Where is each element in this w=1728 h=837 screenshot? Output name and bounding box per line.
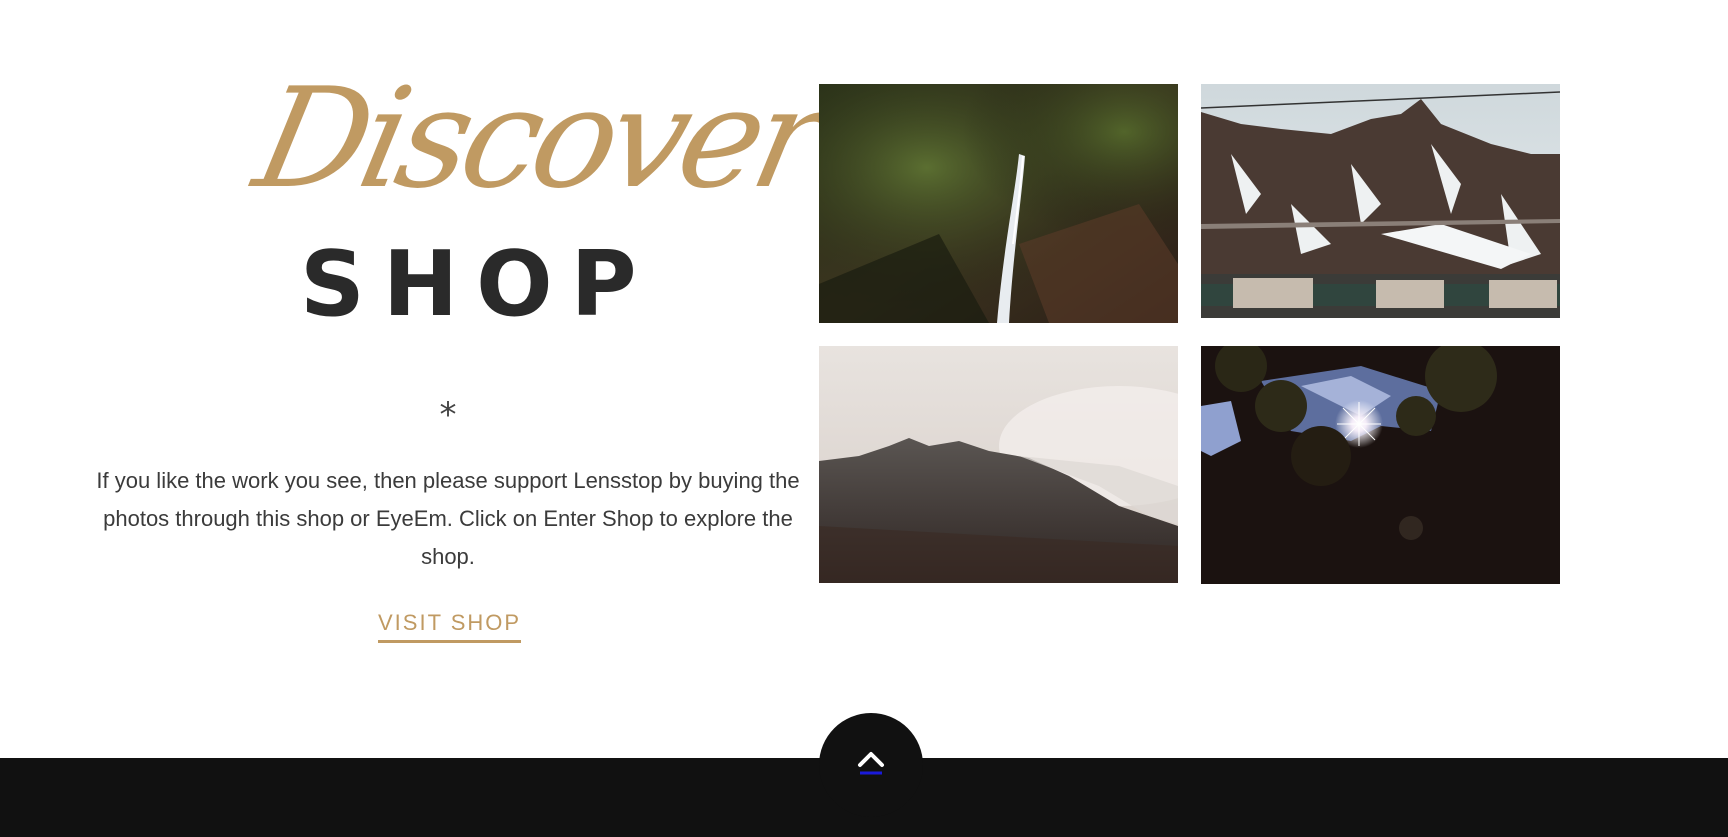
discover-script-title: Discover xyxy=(242,58,833,219)
waterfall-image xyxy=(819,84,1178,323)
sun-through-trees-image xyxy=(1201,346,1560,584)
snowy-mountain-image xyxy=(1201,84,1560,318)
back-to-top-button[interactable] xyxy=(819,713,923,817)
shop-description: If you like the work you see, then pleas… xyxy=(96,468,800,569)
gallery-photo-sun-through-trees[interactable] xyxy=(1201,346,1560,584)
gallery-photo-misty-mountain[interactable] xyxy=(819,346,1178,583)
gallery-photo-snowy-mountain[interactable] xyxy=(1201,84,1560,318)
misty-mountain-image xyxy=(819,346,1178,583)
asterisk-divider: * xyxy=(439,395,457,435)
chevron-up-icon xyxy=(858,752,884,775)
shop-heading: SHOP xyxy=(300,232,655,337)
gallery-photo-waterfall[interactable] xyxy=(819,84,1178,323)
visit-shop-link[interactable]: VISIT SHOP xyxy=(378,610,522,643)
